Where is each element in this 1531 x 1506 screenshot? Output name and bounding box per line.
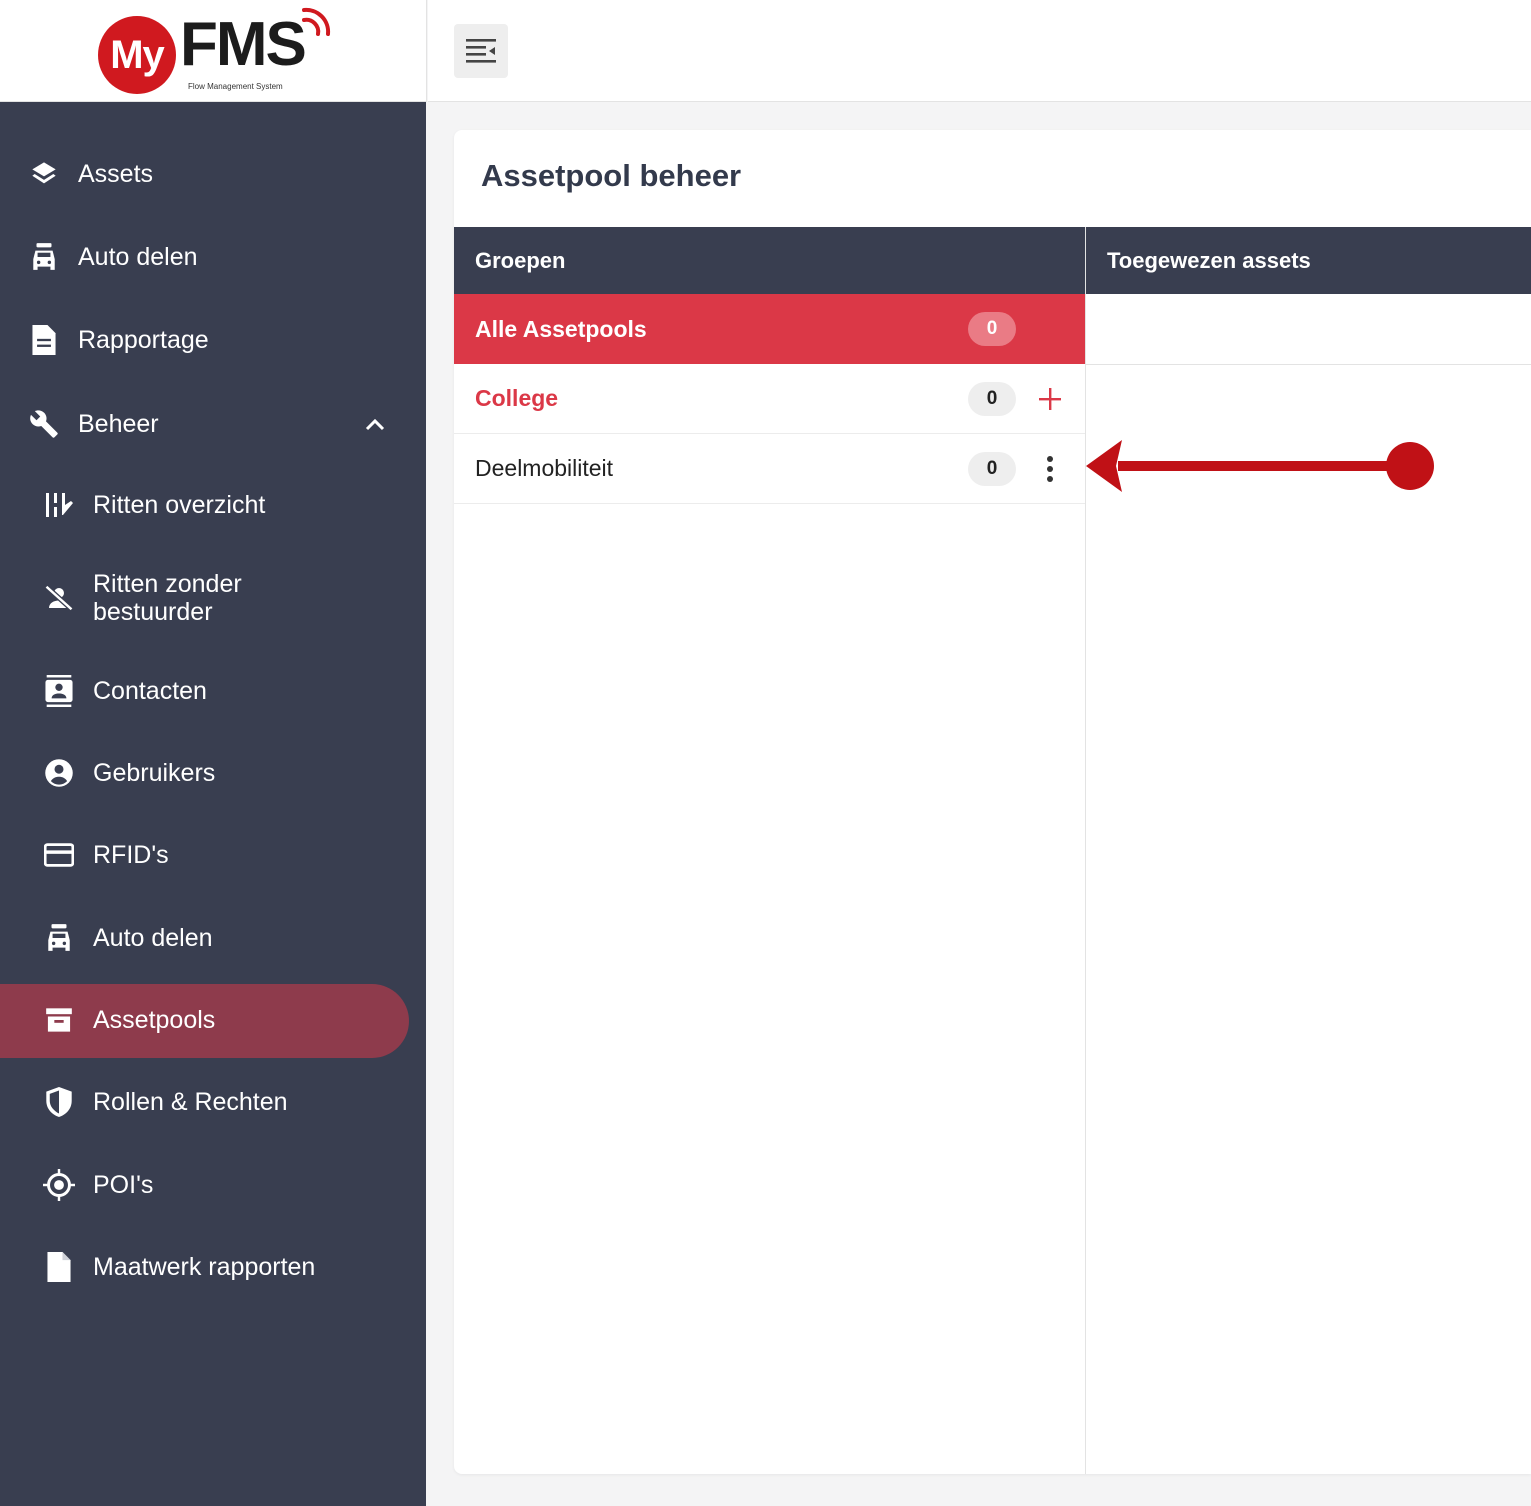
group-name: College <box>475 385 559 411</box>
sidebar-item-rapportage[interactable]: Rapportage <box>0 324 426 356</box>
sidebar-item-label: Assetpools <box>93 1006 216 1034</box>
add-icon <box>1039 387 1061 410</box>
group-name: Alle Assetpools <box>475 315 647 342</box>
shield-icon <box>43 1086 75 1118</box>
card-icon <box>43 839 75 871</box>
more-vertical-icon <box>1047 455 1053 482</box>
group-row-deelmobiliteit[interactable]: Deelmobiliteit 0 <box>454 434 1085 504</box>
menu-collapse-icon <box>466 39 496 63</box>
sidebar-item-label: Beheer <box>78 410 159 438</box>
groups-column-header: Groepen <box>454 227 1085 294</box>
count-badge: 0 <box>968 312 1016 346</box>
column-divider <box>1085 227 1086 1474</box>
logo-area: My FMS Flow Management System <box>0 0 427 102</box>
sidebar: Assets Auto delen Rapportage Beheer Ritt… <box>0 102 426 1506</box>
sidebar-item-contacten[interactable]: Contacten <box>0 675 426 707</box>
sidebar-item-label: Ritten zonder bestuurder <box>93 570 242 626</box>
assets-row-divider <box>1086 364 1531 365</box>
sidebar-item-auto-delen[interactable]: Auto delen <box>0 241 426 273</box>
add-subgroup-button[interactable] <box>1036 383 1064 415</box>
sidebar-item-label: Gebruikers <box>93 759 216 787</box>
signal-icon <box>302 7 331 36</box>
sidebar-item-beheer[interactable]: Beheer <box>0 408 426 440</box>
car-icon <box>28 241 60 273</box>
count-badge: 0 <box>968 451 1016 486</box>
trips-icon <box>43 489 75 521</box>
sidebar-item-label: POI's <box>93 1171 154 1199</box>
sidebar-item-label: Maatwerk rapporten <box>93 1253 316 1281</box>
top-header <box>428 0 1531 102</box>
sidebar-item-assets[interactable]: Assets <box>0 158 426 190</box>
sidebar-item-ritten-zonder-bestuurder[interactable]: Ritten zonder bestuurder <box>0 568 426 628</box>
logo-prefix: My <box>110 32 165 77</box>
group-row-college[interactable]: College 0 <box>454 364 1085 434</box>
sidebar-item-rfids[interactable]: RFID's <box>0 839 426 871</box>
contacts-icon <box>43 675 75 707</box>
count-badge: 0 <box>968 381 1016 416</box>
car-icon <box>43 922 75 954</box>
menu-toggle-button[interactable] <box>454 24 508 78</box>
sidebar-item-label: RFID's <box>93 841 169 869</box>
chevron-up-icon <box>365 418 385 431</box>
annotation-arrow <box>1086 440 1434 492</box>
sidebar-item-label: Contacten <box>93 677 207 705</box>
sidebar-item-maatwerk-rapporten[interactable]: Maatwerk rapporten <box>0 1251 426 1283</box>
sidebar-item-gebruikers[interactable]: Gebruikers <box>0 757 426 789</box>
sidebar-item-pois[interactable]: POI's <box>0 1169 426 1201</box>
sidebar-item-label: Assets <box>78 160 154 188</box>
user-circle-icon <box>43 757 75 789</box>
sidebar-item-rollen-rechten[interactable]: Rollen & Rechten <box>0 1086 426 1118</box>
sidebar-item-auto-delen-2[interactable]: Auto delen <box>0 922 426 954</box>
wrench-icon <box>28 408 60 440</box>
group-row-alle-assetpools[interactable]: Alle Assetpools 0 <box>454 294 1085 364</box>
sidebar-item-ritten-overzicht[interactable]: Ritten overzicht <box>0 489 426 521</box>
sidebar-item-assetpools[interactable]: Assetpools <box>0 1004 426 1036</box>
layers-icon <box>28 158 60 190</box>
logo-circle: My <box>98 16 176 94</box>
target-icon <box>43 1169 75 1201</box>
assigned-assets-column-header: Toegewezen assets <box>1086 227 1531 294</box>
sidebar-item-label: Ritten overzicht <box>93 491 266 519</box>
logo-tagline: Flow Management System <box>188 82 283 91</box>
sidebar-item-label: Auto delen <box>78 243 198 271</box>
brand-logo[interactable]: My FMS Flow Management System <box>98 7 338 94</box>
group-name: Deelmobiliteit <box>475 455 614 481</box>
logo-name: FMS <box>180 10 307 79</box>
assetpool-card: Assetpool beheer Groepen Toegewezen asse… <box>454 130 1531 1474</box>
sidebar-item-label: Auto delen <box>93 924 213 952</box>
more-options-button[interactable] <box>1036 453 1064 485</box>
sidebar-item-label: Rapportage <box>78 326 209 354</box>
page-title: Assetpool beheer <box>481 158 742 193</box>
no-driver-icon <box>43 582 75 614</box>
file-icon <box>43 1251 75 1283</box>
archive-icon <box>43 1004 75 1036</box>
sidebar-item-label: Rollen & Rechten <box>93 1088 288 1116</box>
document-icon <box>28 324 60 356</box>
